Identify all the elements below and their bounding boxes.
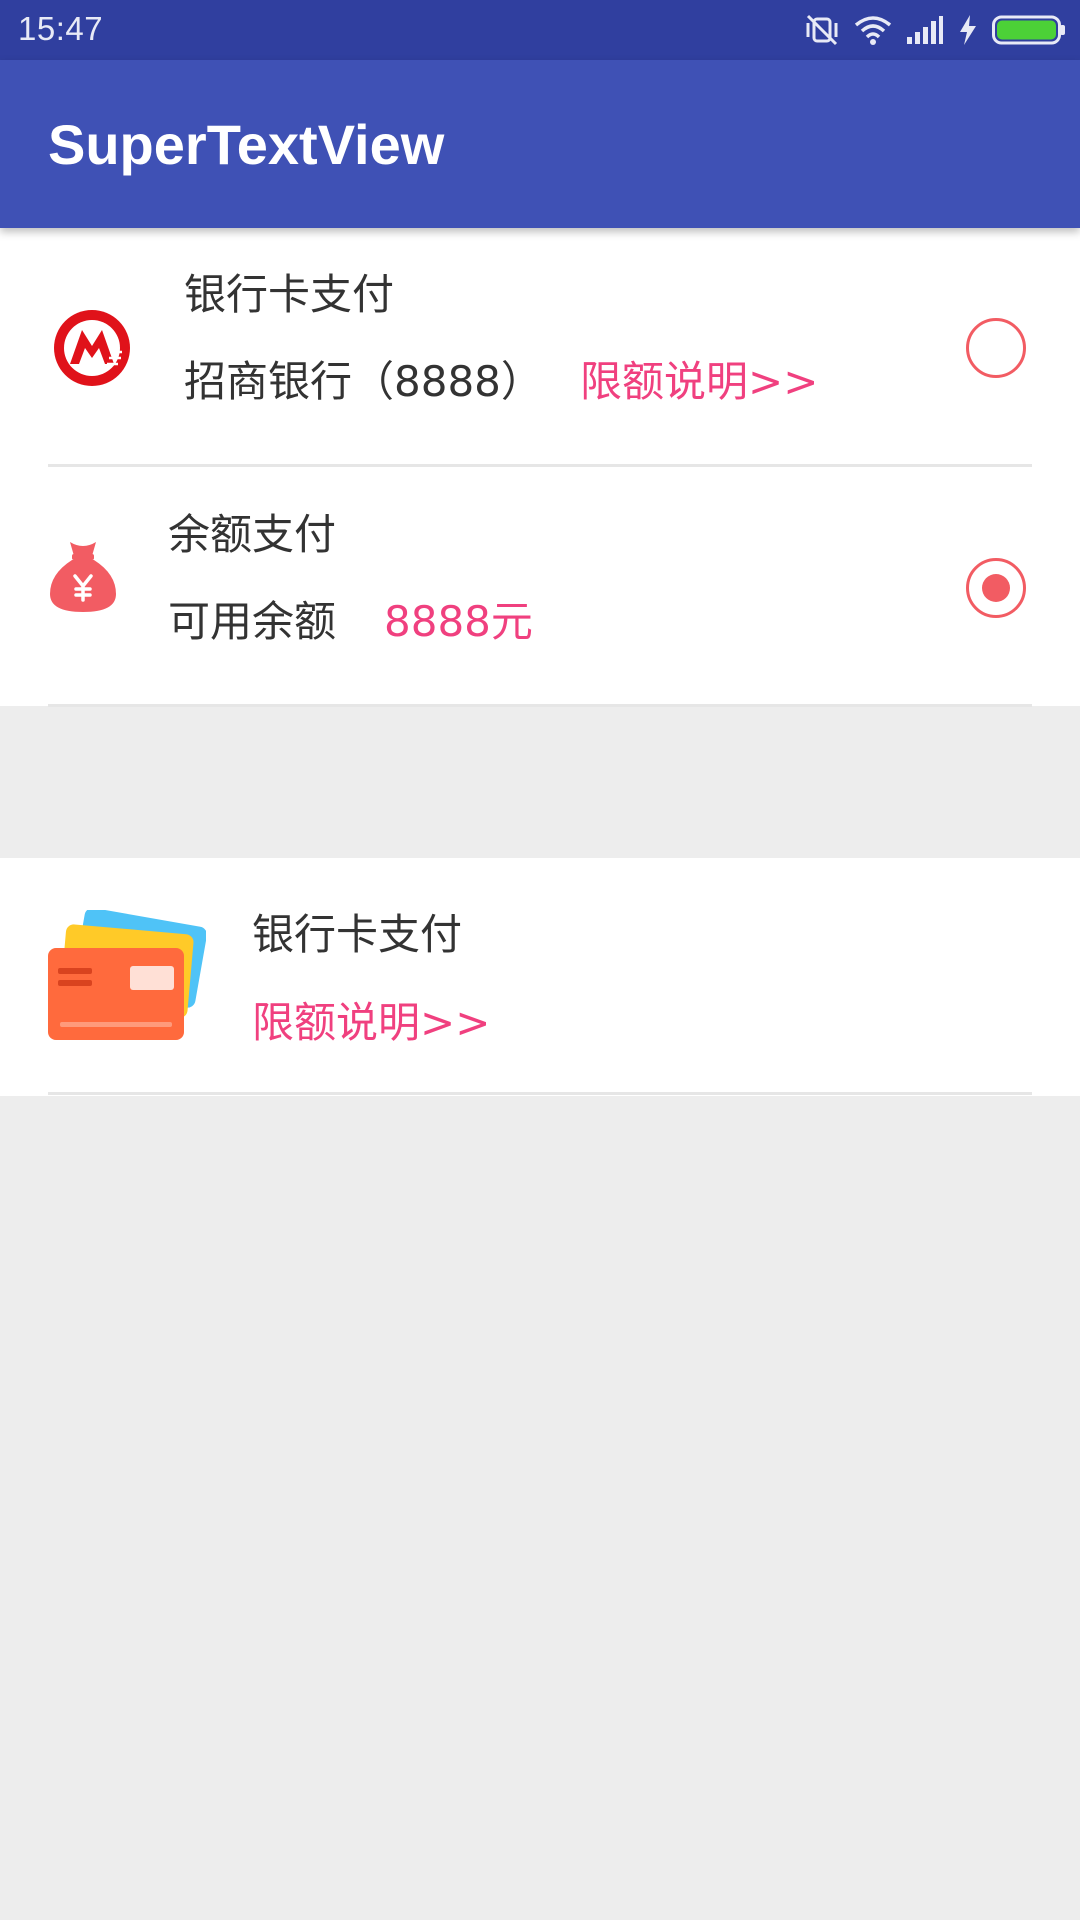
- app-bar: SuperTextView: [0, 60, 1080, 228]
- bank-card-section[interactable]: 银行卡支付 限额说明>>: [0, 858, 1080, 1096]
- bank-name-label: 招商银行（8888）: [184, 357, 543, 406]
- payment-options-panel: 银行卡支付 招商银行（8888） 限额说明>> 余额支付 可用余额 8888元: [0, 228, 1080, 707]
- available-balance-label: 可用余额: [168, 597, 337, 646]
- limit-info-link[interactable]: 限额说明>>: [580, 361, 818, 403]
- cmb-bank-logo-icon: [52, 308, 132, 392]
- status-icons: [804, 12, 1066, 48]
- status-time: 15:47: [18, 10, 104, 47]
- status-bar: 15:47: [0, 0, 1080, 60]
- balance-title: 余额支付: [168, 510, 337, 559]
- radio-selected-dot: [982, 574, 1010, 602]
- money-bag-icon: [48, 538, 118, 618]
- payment-option-bank-card[interactable]: 银行卡支付 招商银行（8888） 限额说明>>: [0, 228, 1080, 466]
- signal-icon: [906, 15, 944, 45]
- app-title: SuperTextView: [48, 113, 445, 176]
- bank-cards-icon: [46, 907, 207, 1050]
- wifi-icon: [854, 15, 892, 45]
- payment-option-balance[interactable]: 余额支付 可用余额 8888元: [0, 468, 1080, 704]
- bank-card-title: 银行卡支付: [184, 270, 395, 319]
- divider: [48, 464, 1032, 467]
- balance-amount: 8888元: [384, 597, 533, 646]
- charging-icon: [958, 14, 978, 46]
- bank-card-radio[interactable]: [966, 318, 1026, 378]
- divider: [48, 1092, 1032, 1095]
- divider: [48, 704, 1032, 707]
- card-section-title: 银行卡支付: [252, 910, 463, 959]
- vibrate-off-icon: [804, 13, 840, 47]
- battery-icon: [992, 15, 1066, 45]
- balance-radio[interactable]: [966, 558, 1026, 618]
- card-section-limit-link[interactable]: 限额说明>>: [252, 1002, 490, 1044]
